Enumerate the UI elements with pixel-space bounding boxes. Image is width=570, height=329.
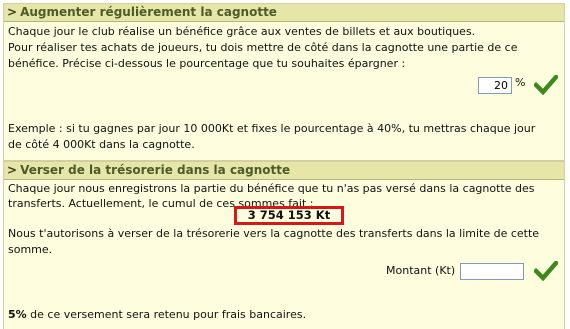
fee-percentage: 5% bbox=[8, 308, 27, 321]
montant-input[interactable] bbox=[460, 263, 524, 280]
savings-description-line3: bénéfice. Précise ci-dessous le pourcent… bbox=[8, 57, 406, 70]
savings-panel-title: Augmenter régulièrement la cagnotte bbox=[20, 5, 277, 19]
treasury-panel-title: Verser de la trésorerie dans la cagnotte bbox=[20, 163, 291, 177]
example-line1: Exemple : si tu gagnes par jour 10 000Kt… bbox=[8, 122, 536, 135]
section-arrow-icon: > bbox=[7, 163, 18, 177]
savings-description-line2: Pour réaliser tes achats de joueurs, tu … bbox=[8, 41, 518, 54]
fee-note: 5% de ce versement sera retenu pour frai… bbox=[8, 307, 306, 323]
example-line2: de côté 4 000Kt dans la cagnotte. bbox=[8, 138, 195, 151]
treasury-description-line3: Nous t'autorisons à verser de la trésore… bbox=[8, 227, 540, 240]
confirm-transfer-check-icon[interactable] bbox=[534, 261, 558, 281]
treasury-description-line4: somme. bbox=[8, 243, 53, 256]
savings-panel-header: > Augmenter régulièrement la cagnotte bbox=[4, 4, 564, 22]
savings-panel: > Augmenter régulièrement la cagnotte Cha… bbox=[3, 3, 565, 161]
confirm-percentage-check-icon[interactable] bbox=[534, 75, 558, 95]
percentage-input[interactable] bbox=[478, 77, 512, 94]
savings-description-line1: Chaque jour le club réalise un bénéfice … bbox=[8, 25, 476, 38]
section-arrow-icon: > bbox=[7, 5, 18, 19]
treasury-description-line1: Chaque jour nous enregistrons la partie … bbox=[8, 182, 535, 195]
treasury-panel-header: > Verser de la trésorerie dans la cagnott… bbox=[4, 162, 564, 180]
cumulative-amount: 3 754 153 Kt bbox=[234, 206, 344, 225]
percent-unit-label: % bbox=[515, 76, 526, 89]
fee-text: de ce versement sera retenu pour frais b… bbox=[26, 308, 307, 321]
treasury-panel: > Verser de la trésorerie dans la cagnott… bbox=[3, 161, 565, 329]
montant-label: Montant (Kt) bbox=[386, 264, 456, 277]
